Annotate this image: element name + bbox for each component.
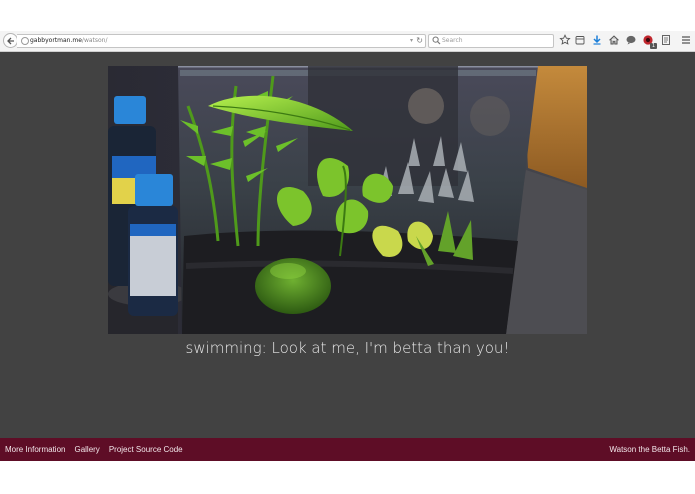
aquarium-photo [108,66,587,334]
bookmark-star-icon[interactable] [559,34,571,46]
site-footer: More Information Gallery Project Source … [0,438,695,461]
globe-icon [21,37,29,45]
addon-badge: 1 [650,43,657,49]
back-arrow-icon [7,37,14,45]
reading-list-icon[interactable] [574,34,586,46]
home-icon[interactable] [608,34,620,46]
page-bottom-margin [0,461,695,494]
chat-icon[interactable] [625,34,637,46]
dropdown-icon[interactable]: ▾ [410,36,413,46]
footer-link-gallery[interactable]: Gallery [74,445,99,454]
download-icon[interactable] [591,34,603,46]
footer-nav: More Information Gallery Project Source … [5,438,192,461]
aquarium-illustration [108,66,587,334]
address-bar[interactable]: gabbyortman.me/watson/ ▾ ↻ [17,34,426,48]
search-bar[interactable]: Search [428,34,554,48]
search-placeholder: Search [442,37,463,44]
footer-brand[interactable]: Watson the Betta Fish. [609,438,690,461]
url-text: gabbyortman.me/watson/ [30,36,108,46]
url-path: /watson/ [81,37,108,44]
window-titlebar [0,0,695,31]
search-icon [432,36,441,45]
browser-toolbar: gabbyortman.me/watson/ ▾ ↻ Search 1 [0,31,695,52]
footer-link-more-information[interactable]: More Information [5,445,65,454]
back-button[interactable] [3,33,18,48]
reload-icon[interactable]: ↻ [416,35,423,46]
addon-icon[interactable]: 1 [642,34,657,49]
footer-link-project-source-code[interactable]: Project Source Code [109,445,183,454]
photo-caption: swimming: Look at me, I'm betta than you… [185,339,510,357]
page-content: swimming: Look at me, I'm betta than you… [0,52,695,438]
hamburger-menu-icon[interactable] [680,34,692,46]
url-host: gabbyortman.me [30,37,82,44]
reader-view-icon[interactable] [660,34,672,46]
